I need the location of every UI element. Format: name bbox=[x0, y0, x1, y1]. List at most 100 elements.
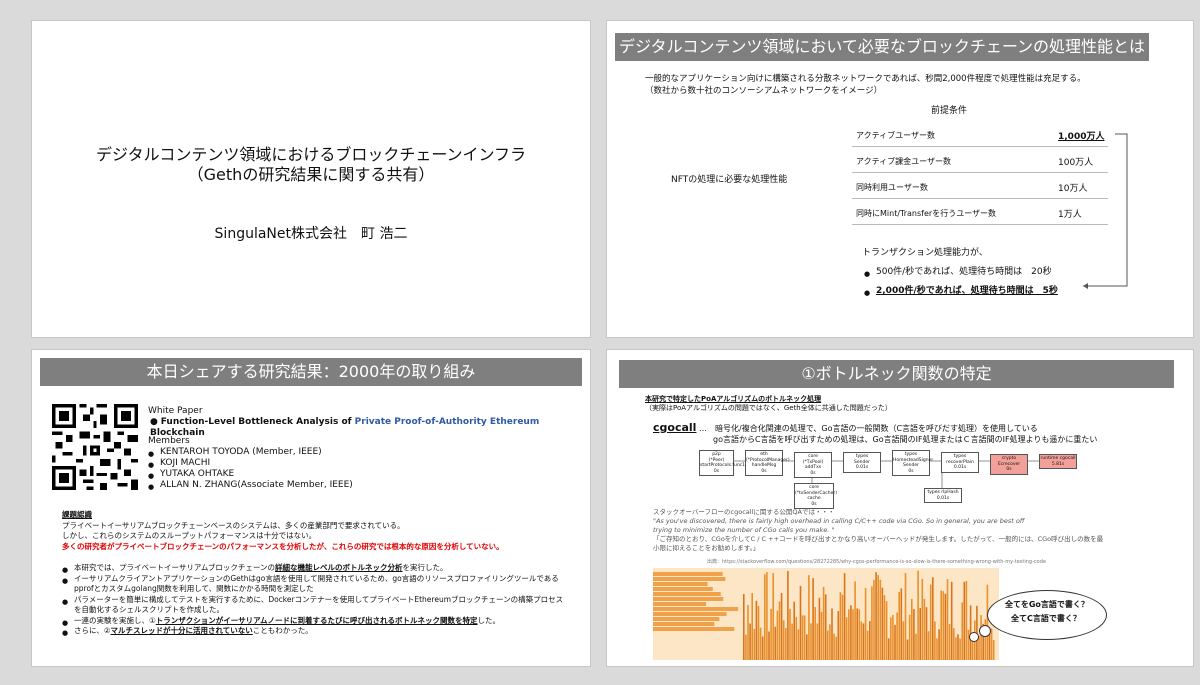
flame-frame bbox=[917, 570, 919, 660]
finding-text: さらに、② bbox=[74, 626, 111, 635]
flame-frame bbox=[902, 621, 905, 660]
flame-frame bbox=[653, 572, 723, 576]
flame-frame bbox=[948, 623, 951, 660]
white-paper-block: White Paper ● Function-Level Bottleneck … bbox=[148, 406, 590, 439]
finding-text: イーサリアムクライアントアプリケーションのGethはgo言語を使用して開発されて… bbox=[74, 573, 559, 583]
flame-frame bbox=[929, 584, 932, 660]
flame-frame bbox=[940, 590, 942, 660]
title-line-2: （Gethの研究結果に関する共有） bbox=[187, 165, 435, 184]
finding-text: を自動化するシェルスクリプトを作成した。 bbox=[74, 605, 224, 614]
finding-text: 本研究では、プライベートイーサリアムブロックチェーンの bbox=[74, 563, 275, 572]
flame-frame bbox=[776, 610, 779, 660]
white-paper-label: White Paper bbox=[148, 406, 203, 416]
flame-frame bbox=[946, 579, 949, 660]
flame-frame bbox=[890, 617, 892, 660]
call-node: eth (*ProtocolManager) handleMsg 0s bbox=[745, 450, 790, 476]
flame-frame bbox=[797, 629, 800, 660]
member-item: YUTAKA OHTAKE bbox=[148, 469, 353, 482]
finding-text: pprofとカスタムgolang関数を利用して、関数にかかる時間を測定した bbox=[74, 584, 314, 593]
speech-bubble-dot bbox=[969, 632, 979, 642]
members-list: KENTAROH TOYODA (Member, IEEE) KOJI MACH… bbox=[148, 447, 353, 493]
flame-frame bbox=[862, 623, 865, 660]
flame-frame bbox=[892, 614, 894, 660]
flame-frame bbox=[787, 571, 789, 660]
stackoverflow-quote: スタックオーバーフローのcgocallに関する公開QAでは・・・ "As you… bbox=[653, 508, 1103, 553]
flame-frame bbox=[653, 617, 720, 621]
paper-title-highlight: Private Proof-of-Authority Ethereum bbox=[354, 417, 540, 427]
flame-frame bbox=[778, 601, 781, 660]
title-line-1: デジタルコンテンツ領域におけるブロックチェーンインフラ bbox=[95, 145, 527, 164]
flame-frame bbox=[894, 624, 896, 660]
call-node: types Sender 0.01s bbox=[843, 452, 881, 473]
finding-emphasis: 詳細な機能レベルのボトルネック分析 bbox=[275, 563, 403, 572]
flame-frame bbox=[837, 611, 840, 660]
flame-frame bbox=[932, 577, 934, 660]
flame-frame bbox=[864, 587, 867, 660]
flame-frame bbox=[814, 607, 816, 660]
node-line: runtime cgocall bbox=[1040, 456, 1076, 461]
slide-2-performance[interactable]: デジタルコンテンツ領域において必要なブロックチェーンの処理性能とは 一般的なアプ… bbox=[606, 20, 1194, 338]
flame-frame bbox=[908, 614, 911, 660]
flame-frame bbox=[915, 633, 917, 660]
flame-frame bbox=[793, 601, 795, 660]
flame-frame bbox=[774, 626, 777, 660]
finding-text: を実行した。 bbox=[402, 563, 448, 572]
member-item: ALLAN N. ZHANG(Associate Member, IEEE) bbox=[148, 480, 353, 493]
node-line: 0s bbox=[713, 468, 720, 474]
finding-item: 一連の実験を実施し、①トランザクションがイーサリアムノードに到着するたびに呼び出… bbox=[62, 615, 582, 628]
so-title: スタックオーバーフローのcgocallに関する公開QAでは・・・ bbox=[653, 508, 835, 516]
flame-frame bbox=[757, 605, 760, 660]
flame-frame bbox=[938, 629, 940, 660]
flame-frame bbox=[871, 586, 873, 660]
paper-title-prefix: Function-Level Bottleneck Analysis of bbox=[160, 417, 355, 427]
flame-frame bbox=[881, 587, 884, 660]
slide-1-title[interactable]: デジタルコンテンツ領域におけるブロックチェーンインフラ （Gethの研究結果に関… bbox=[31, 20, 591, 338]
slide-4-bottleneck[interactable]: ①ボトルネック関数の特定 本研究で特定したPoAアルゴリズムのボトルネック処理 … bbox=[606, 349, 1194, 667]
node-line: 0.01s bbox=[953, 465, 967, 470]
so-jp-2: 小限に抑えることをお勧めします。」 bbox=[653, 544, 760, 552]
source-citation: 出典：https://stackoverflow.com/questions/2… bbox=[707, 559, 1046, 565]
call-node: types HomesteadSigner Sender 0s bbox=[892, 450, 933, 476]
flame-frame bbox=[768, 631, 770, 660]
node-line: (*TxPool) addTxs bbox=[802, 459, 824, 471]
speech-bubble-dot bbox=[979, 625, 991, 637]
flame-frame bbox=[839, 592, 842, 660]
flame-frame bbox=[854, 581, 856, 660]
flame-frame bbox=[829, 624, 831, 660]
flame-frame bbox=[950, 581, 953, 660]
node-line: 0s bbox=[761, 468, 767, 474]
flame-frame bbox=[959, 638, 961, 660]
node-line: crypto Ecrecover bbox=[997, 456, 1021, 467]
tx-label: トランザクション処理能力が、 bbox=[862, 248, 988, 258]
flame-frame bbox=[653, 627, 735, 631]
flame-frame bbox=[858, 609, 861, 660]
flame-frame bbox=[653, 607, 739, 611]
flame-frame bbox=[904, 573, 907, 660]
bubble-text-1: 全てをGo言語で書く？ bbox=[1005, 600, 1089, 609]
finding-emphasis: トランザクションがイーサリアムノードに到着するたびに呼び出されるボトルネック関数… bbox=[155, 615, 478, 625]
flame-frame bbox=[841, 594, 844, 660]
flame-frame bbox=[963, 581, 966, 660]
flame-frame bbox=[770, 608, 772, 660]
node-line: 0s bbox=[810, 470, 816, 476]
flame-frame bbox=[766, 572, 768, 660]
tx-bullet-1: 500件/秒であれば、処理待ち時間は 20秒 bbox=[864, 263, 1058, 284]
tx-bullet-2: 2,000件/秒であれば、処理待ち時間は 5秒 bbox=[864, 282, 1058, 303]
finding-text: 一連の実験を実施し、① bbox=[74, 615, 156, 625]
flame-frame bbox=[761, 636, 764, 660]
slide-1-title-text: デジタルコンテンツ領域におけるブロックチェーンインフラ （Gethの研究結果に関… bbox=[32, 145, 590, 185]
flame-frame bbox=[919, 608, 921, 660]
flame-frame bbox=[965, 580, 968, 660]
tx-bullets: 500件/秒であれば、処理待ち時間は 20秒 2,000件/秒であれば、処理待ち… bbox=[864, 263, 1058, 303]
node-line: 5.81s bbox=[1051, 461, 1065, 467]
flame-frame bbox=[843, 573, 846, 660]
members-label: Members bbox=[148, 436, 190, 446]
slide-3-research[interactable]: 本日シェアする研究結果：2000年の取り組み White Paper ● Fun… bbox=[31, 349, 591, 667]
finding-emphasis: マルチスレッドが十分に活用されていない bbox=[110, 626, 253, 635]
flame-frame bbox=[850, 605, 852, 660]
flame-frame bbox=[856, 608, 858, 660]
flame-frame bbox=[921, 578, 924, 660]
flame-frame bbox=[879, 579, 882, 660]
flame-frame bbox=[795, 616, 798, 660]
call-node: core (*txSenderCacher) cache 0s bbox=[794, 483, 837, 509]
